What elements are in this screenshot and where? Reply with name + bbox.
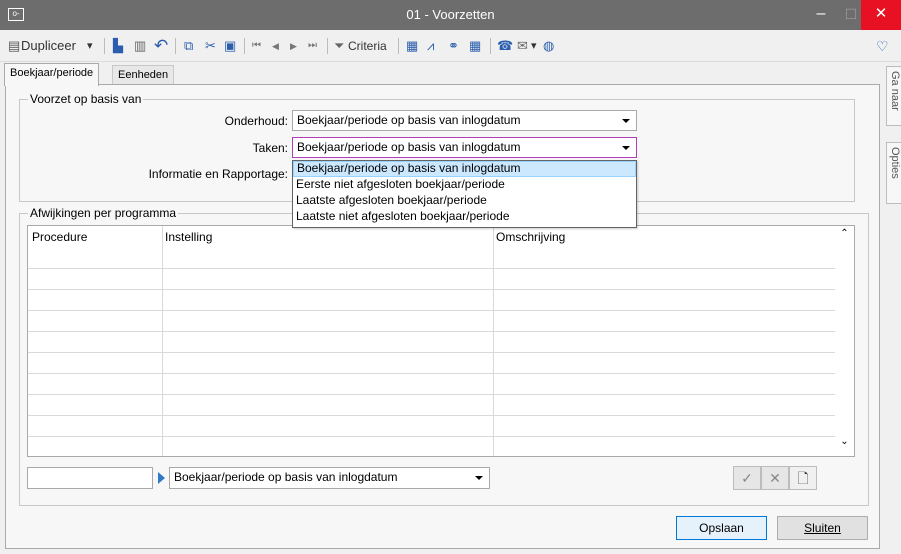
side-tab-label: Ga naar xyxy=(889,71,901,111)
chevron-down-icon xyxy=(622,146,630,150)
play-icon xyxy=(158,472,165,484)
phone-icon[interactable]: ☎ xyxy=(497,37,513,55)
side-tab-opties[interactable]: Opties xyxy=(886,142,901,204)
dropdown-option[interactable]: Laatste afgesloten boekjaar/periode xyxy=(293,193,636,209)
duplicate-button[interactable]: Dupliceer xyxy=(21,37,76,55)
title-bar: o- 01 - Voorzetten – ☐ ✕ xyxy=(0,0,901,30)
procedure-input[interactable] xyxy=(27,467,153,489)
window-title: 01 - Voorzetten xyxy=(406,7,495,22)
dropdown-option[interactable]: Boekjaar/periode op basis van inlogdatum xyxy=(293,161,636,177)
onderhoud-value: Boekjaar/periode op basis van inlogdatum xyxy=(297,113,521,127)
informatie-rapportage-label: Informatie en Rapportage: xyxy=(148,167,288,181)
next-record-icon[interactable]: ▶ xyxy=(290,37,297,55)
criteria-button[interactable]: Criteria xyxy=(348,37,387,55)
undo-icon[interactable]: ↶ xyxy=(154,37,168,55)
favorite-icon[interactable]: ♡ xyxy=(876,37,889,55)
tab-eenheden[interactable]: Eenheden xyxy=(112,65,175,85)
table-row[interactable] xyxy=(28,311,836,332)
toolbar-separator xyxy=(244,38,245,54)
toolbar: ▤ Dupliceer ▾ ▙ ▥ ↶ ⧉ ✂ ▣ ⏮ ◀ ▶ ⏭ ⏷ Crit… xyxy=(0,30,901,62)
scroll-down-icon[interactable]: ⌄ xyxy=(835,436,854,454)
document-icon: ▤ xyxy=(8,38,21,53)
binoculars-icon[interactable]: ⚭ xyxy=(448,37,459,55)
new-record-button[interactable]: 🗋 xyxy=(789,466,817,490)
table-icon[interactable]: ▦ xyxy=(469,37,481,55)
cancel-edit-button[interactable]: ✕ xyxy=(761,466,789,490)
table-row[interactable] xyxy=(28,395,836,416)
column-header-omschrijving[interactable]: Omschrijving xyxy=(496,230,565,244)
instelling-value: Boekjaar/periode op basis van inlogdatum xyxy=(174,470,398,484)
column-header-procedure[interactable]: Procedure xyxy=(32,230,87,244)
table-row[interactable] xyxy=(28,269,836,290)
grid-header: Procedure Instelling Omschrijving xyxy=(28,226,836,248)
table-row[interactable] xyxy=(28,290,836,311)
duplicate-dropdown-icon[interactable]: ▾ xyxy=(87,37,93,55)
confirm-button[interactable]: ✓ xyxy=(733,466,761,490)
side-tab-ga-naar[interactable]: Ga naar xyxy=(886,66,901,126)
table-row[interactable] xyxy=(28,353,836,374)
voorzet-group-legend: Voorzet op basis van xyxy=(30,92,142,106)
filter-icon[interactable]: ⏷ xyxy=(334,37,344,55)
cut-icon[interactable]: ✂ xyxy=(205,37,216,55)
toolbar-separator xyxy=(175,38,176,54)
grid-scrollbar[interactable]: ⌃ ⌄ xyxy=(835,226,854,456)
taken-dropdown-list: Boekjaar/periode op basis van inlogdatum… xyxy=(292,160,637,228)
close-button[interactable]: Sluiten xyxy=(777,516,868,540)
delete-icon[interactable]: ▥ xyxy=(134,37,146,55)
afwijkingen-grid[interactable]: Procedure Instelling Omschrijving ⌃ ⌄ xyxy=(27,225,855,457)
save-icon[interactable]: ▙ xyxy=(113,37,123,55)
side-tab-label: Opties xyxy=(889,147,901,179)
globe-icon[interactable]: ◍ xyxy=(543,37,554,55)
chevron-down-icon xyxy=(622,119,630,123)
excel-icon[interactable]: ▦ xyxy=(406,37,418,55)
taken-select[interactable]: Boekjaar/periode op basis van inlogdatum xyxy=(292,137,637,158)
first-record-icon[interactable]: ⏮ xyxy=(252,37,261,55)
taken-label: Taken: xyxy=(252,141,288,155)
chart-icon[interactable]: ⩘ xyxy=(427,37,434,55)
tab-boekjaar-periode[interactable]: Boekjaar/periode xyxy=(4,63,100,86)
afwijkingen-group-legend: Afwijkingen per programma xyxy=(30,206,177,220)
scroll-up-icon[interactable]: ⌃ xyxy=(835,228,854,246)
save-button[interactable]: Opslaan xyxy=(676,516,767,540)
copy-icon[interactable]: ⧉ xyxy=(184,37,193,55)
chevron-down-icon xyxy=(475,476,483,480)
table-row[interactable] xyxy=(28,248,836,269)
toolbar-separator xyxy=(490,38,491,54)
previous-record-icon[interactable]: ◀ xyxy=(272,37,279,55)
close-window-button[interactable]: ✕ xyxy=(861,0,901,30)
table-row[interactable] xyxy=(28,416,836,437)
last-record-icon[interactable]: ⏭ xyxy=(308,37,317,55)
onderhoud-select[interactable]: Boekjaar/periode op basis van inlogdatum xyxy=(292,110,637,131)
onderhoud-label: Onderhoud: xyxy=(224,114,288,128)
side-panel-strip xyxy=(880,62,901,554)
taken-value: Boekjaar/periode op basis van inlogdatum xyxy=(297,140,521,154)
dropdown-option[interactable]: Laatste niet afgesloten boekjaar/periode xyxy=(293,209,636,225)
tab-strip: Boekjaar/periode Eenheden xyxy=(0,63,901,86)
dropdown-option[interactable]: Eerste niet afgesloten boekjaar/periode xyxy=(293,177,636,193)
mail-dropdown-icon[interactable]: ▾ xyxy=(531,37,537,55)
instelling-select[interactable]: Boekjaar/periode op basis van inlogdatum xyxy=(169,467,490,489)
toolbar-separator xyxy=(104,38,105,54)
toolbar-separator xyxy=(327,38,328,54)
table-row[interactable] xyxy=(28,332,836,353)
mail-icon[interactable]: ✉ xyxy=(517,37,528,55)
toolbar-separator xyxy=(398,38,399,54)
table-row[interactable] xyxy=(28,374,836,395)
paste-icon[interactable]: ▣ xyxy=(224,37,236,55)
column-header-instelling[interactable]: Instelling xyxy=(165,230,212,244)
